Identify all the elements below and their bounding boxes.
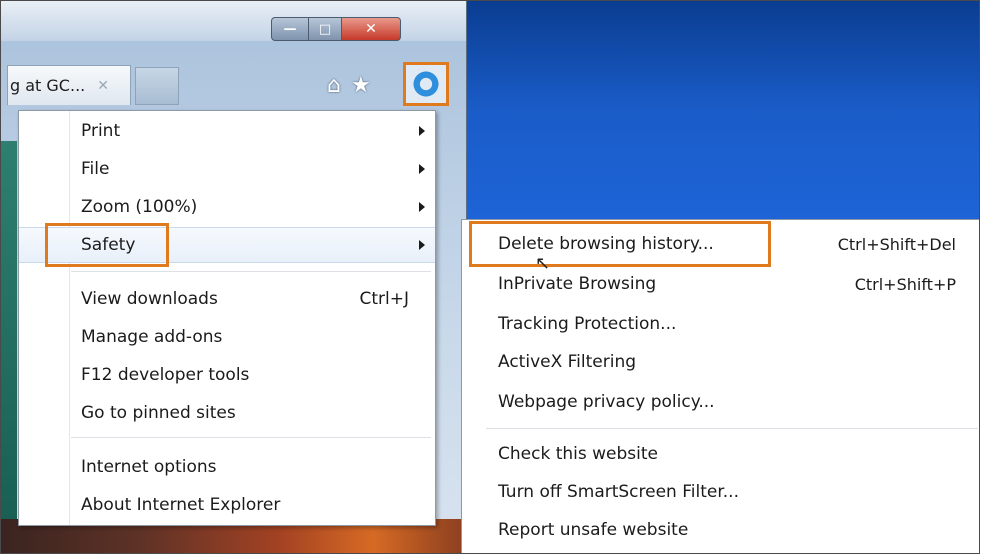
tools-menu: Print File Zoom (100%) Safety View downl… xyxy=(18,110,436,526)
submenu-item-report-unsafe[interactable]: Report unsafe website xyxy=(462,512,979,548)
menu-item-zoom[interactable]: Zoom (100%) xyxy=(19,189,435,225)
menu-item-label: View downloads xyxy=(81,289,218,309)
minimize-button[interactable]: — xyxy=(271,17,309,41)
safety-highlight-box xyxy=(45,223,169,267)
submenu-item-label: InPrivate Browsing xyxy=(498,274,657,294)
submenu-item-shortcut: Ctrl+Shift+P xyxy=(854,274,956,294)
submenu-item-label: Tracking Protection... xyxy=(498,314,677,334)
menu-item-label: File xyxy=(81,159,110,179)
menu-item-label: Zoom (100%) xyxy=(81,197,198,217)
submenu-item-label: Webpage privacy policy... xyxy=(498,392,715,412)
submenu-item-check-website[interactable]: Check this website xyxy=(462,436,979,472)
submenu-item-privacy-policy[interactable]: Webpage privacy policy... xyxy=(462,384,979,420)
submenu-item-tracking-protection[interactable]: Tracking Protection... xyxy=(462,306,979,342)
menu-item-label: Print xyxy=(81,121,121,141)
submenu-separator xyxy=(486,428,978,429)
menu-item-label: Internet options xyxy=(81,457,217,477)
menu-item-label: About Internet Explorer xyxy=(81,495,281,515)
favorites-star-icon[interactable]: ★ xyxy=(351,73,371,98)
tab-title: g at GC... xyxy=(10,76,86,95)
menu-separator xyxy=(71,271,431,272)
browser-tab[interactable]: g at GC... ✕ xyxy=(7,65,131,105)
menu-item-shortcut: Ctrl+J xyxy=(359,289,409,309)
menu-item-print[interactable]: Print xyxy=(19,113,435,149)
menu-item-manage-addons[interactable]: Manage add-ons xyxy=(19,319,435,355)
screenshot-frame: — □ ✕ g at GC... ✕ ⌂ ★ Print File Zoom (… xyxy=(0,0,980,554)
menu-item-label: Go to pinned sites xyxy=(81,403,236,423)
submenu-item-activex-filtering[interactable]: ActiveX Filtering xyxy=(462,344,979,380)
menu-item-file[interactable]: File xyxy=(19,151,435,187)
home-icon[interactable]: ⌂ xyxy=(327,73,341,98)
submenu-arrow-icon xyxy=(419,202,425,212)
menu-item-label: Manage add-ons xyxy=(81,327,223,347)
close-button[interactable]: ✕ xyxy=(342,17,401,41)
submenu-item-label: Report unsafe website xyxy=(498,520,689,540)
submenu-arrow-icon xyxy=(419,240,425,250)
menu-item-label: F12 developer tools xyxy=(81,365,250,385)
delete-history-highlight-box xyxy=(469,221,771,267)
tools-gear-button[interactable] xyxy=(403,62,449,106)
submenu-item-smartscreen[interactable]: Turn off SmartScreen Filter... xyxy=(462,474,979,510)
menu-item-f12-tools[interactable]: F12 developer tools xyxy=(19,357,435,393)
menu-item-internet-options[interactable]: Internet options xyxy=(19,449,435,485)
maximize-button[interactable]: □ xyxy=(309,17,342,41)
submenu-item-label: Turn off SmartScreen Filter... xyxy=(498,482,739,502)
window-controls: — □ ✕ xyxy=(271,17,401,41)
mouse-pointer-icon: ↖ xyxy=(535,253,551,274)
command-icons: ⌂ ★ xyxy=(327,65,381,105)
desktop-background xyxy=(463,1,979,221)
gear-icon xyxy=(412,70,440,98)
menu-item-view-downloads[interactable]: View downloads Ctrl+J xyxy=(19,281,435,317)
submenu-item-label: ActiveX Filtering xyxy=(498,352,637,372)
new-tab-button[interactable] xyxy=(135,67,179,105)
tab-close-icon[interactable]: ✕ xyxy=(97,78,109,94)
menu-item-pinned-sites[interactable]: Go to pinned sites xyxy=(19,395,435,431)
page-content-edge xyxy=(1,141,17,521)
menu-separator xyxy=(71,437,431,438)
submenu-item-shortcut: Ctrl+Shift+Del xyxy=(837,234,956,254)
submenu-arrow-icon xyxy=(419,126,425,136)
submenu-arrow-icon xyxy=(419,164,425,174)
submenu-item-label: Check this website xyxy=(498,444,658,464)
menu-item-about-ie[interactable]: About Internet Explorer xyxy=(19,487,435,523)
